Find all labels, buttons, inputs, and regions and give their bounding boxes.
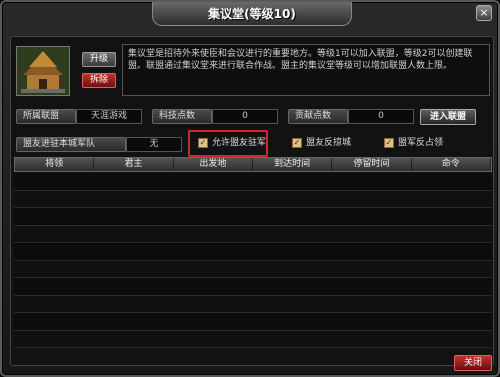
col-arrival: 到达时间 — [253, 158, 333, 171]
table-row — [14, 190, 492, 208]
table-row — [14, 225, 492, 243]
window-title: 集议堂(等级10) — [152, 2, 352, 26]
table-header: 将领 君主 出发地 到达时间 停留时间 命令 — [14, 157, 492, 172]
contribution-value: 0 — [348, 109, 414, 124]
allow-garrison-checkbox[interactable]: ✓ 允许盟友驻军 — [198, 137, 266, 151]
col-origin: 出发地 — [174, 158, 253, 171]
garrison-value: 无 — [126, 137, 182, 152]
col-general: 将领 — [15, 158, 95, 171]
alliance-label: 所属联盟 — [16, 109, 76, 124]
alliance-hall-window: 集议堂(等级10) × 升级 拆除 集议堂是招待外来使臣和会议进行的重要地方。等… — [0, 0, 500, 377]
alliance-value: 天涯游戏 — [76, 109, 142, 124]
tech-points-label: 科技点数 — [152, 109, 212, 124]
contribution-label: 贡献点数 — [288, 109, 348, 124]
tech-points-value: 0 — [212, 109, 278, 124]
building-description: 集议堂是招待外来使臣和会议进行的重要地方。等级1可以加入联盟，等级2可以创建联盟… — [122, 44, 490, 96]
table-row — [14, 173, 492, 191]
table-row — [14, 208, 492, 226]
building-icon — [16, 46, 70, 96]
join-alliance-button[interactable]: 进入联盟 — [420, 109, 476, 125]
table-row — [14, 295, 492, 313]
close-icon[interactable]: × — [476, 5, 492, 21]
checkmark-icon: ✓ — [384, 137, 394, 148]
garrison-label: 盟友进驻本城军队 — [16, 137, 126, 152]
checkmark-icon: ✓ — [198, 137, 208, 148]
col-stay: 停留时间 — [332, 158, 412, 171]
table-row — [14, 313, 492, 331]
checkmark-icon: ✓ — [292, 137, 302, 148]
dismantle-button[interactable]: 拆除 — [82, 73, 116, 88]
table-row — [14, 278, 492, 296]
table-row — [14, 330, 492, 348]
close-button[interactable]: 关闭 — [454, 355, 492, 371]
table-row — [14, 243, 492, 261]
upgrade-button[interactable]: 升级 — [82, 52, 116, 67]
troop-table — [14, 173, 492, 348]
ally-counter-checkbox[interactable]: ✓ 盟友反掠城 — [292, 137, 351, 151]
col-lord: 君主 — [94, 158, 174, 171]
table-row — [14, 260, 492, 278]
col-command: 命令 — [412, 158, 491, 171]
ally-occupy-checkbox[interactable]: ✓ 盟军反占领 — [384, 137, 443, 151]
